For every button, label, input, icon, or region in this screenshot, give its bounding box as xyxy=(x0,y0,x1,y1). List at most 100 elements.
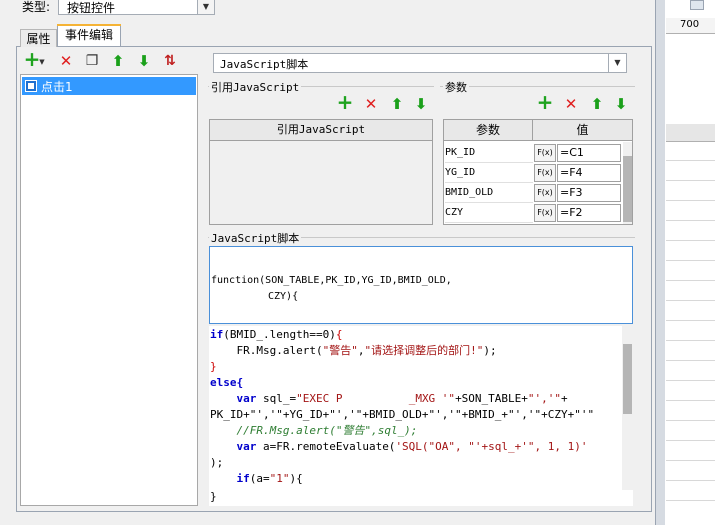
script-type-value: JavaScript脚本 xyxy=(220,58,309,71)
formula-button[interactable]: F(x) xyxy=(534,144,556,162)
code-editor[interactable]: if(BMID_.length==0){ FR.Msg.alert("警告","… xyxy=(209,326,633,506)
ruler-label: 700 xyxy=(680,19,700,30)
code-text: +SON_TABLE+ xyxy=(455,392,528,405)
param-name: BMID_OLD xyxy=(445,183,533,203)
grid-line xyxy=(666,280,715,281)
code-string: "1" xyxy=(269,472,290,485)
grid-line xyxy=(666,360,715,361)
code-string: "警告" xyxy=(322,344,358,357)
move-up-icon[interactable] xyxy=(587,94,607,114)
param-name: PK_ID xyxy=(445,143,533,163)
grid-line xyxy=(666,400,715,401)
move-down-icon[interactable] xyxy=(611,94,631,114)
code-text: a=FR.remoteEvaluate( xyxy=(256,440,396,453)
param-value-input[interactable]: =F2 xyxy=(557,204,621,222)
grid-line xyxy=(666,500,715,501)
code-scrollbar[interactable] xyxy=(622,326,633,490)
code-brace: { xyxy=(335,328,343,341)
grid-line xyxy=(666,300,715,301)
grid-line xyxy=(666,320,715,321)
grid-line xyxy=(666,380,715,381)
tab-event-editing[interactable]: 事件编辑 xyxy=(57,24,121,46)
params-scrollbar[interactable] xyxy=(623,142,632,224)
param-value-input[interactable]: =C1 xyxy=(557,144,621,162)
section-label-ref-js: 引用JavaScript xyxy=(209,79,302,95)
code-keyword: if xyxy=(210,472,250,485)
type-label: 类型: xyxy=(22,0,51,14)
table-row[interactable]: CZY F(x) =F2 xyxy=(444,203,622,223)
delete-icon[interactable] xyxy=(56,51,76,71)
code-keyword: if xyxy=(210,328,224,341)
move-up-icon[interactable] xyxy=(108,51,128,71)
table-row[interactable]: BMID_OLD F(x) =F3 xyxy=(444,183,622,203)
grid-line xyxy=(666,460,715,461)
code-keyword: else{ xyxy=(210,376,244,389)
code-text: sql_= xyxy=(256,392,297,405)
add-icon[interactable] xyxy=(535,92,555,112)
grid-line xyxy=(666,200,715,201)
code-text: ){ xyxy=(289,472,303,485)
param-name: YG_ID xyxy=(445,163,533,183)
tab-properties[interactable]: 属性 xyxy=(20,29,57,47)
code-string: "','" xyxy=(527,392,562,405)
grid-line xyxy=(666,420,715,421)
move-down-icon[interactable] xyxy=(134,51,154,71)
script-type-dropdown[interactable]: JavaScript脚本 ▼ xyxy=(213,53,627,73)
table-row[interactable]: PK_ID F(x) =C1 xyxy=(444,143,622,163)
type-dropdown[interactable]: 按钮控件 ▼ xyxy=(58,0,215,15)
ref-js-toolbar xyxy=(335,94,435,116)
copy-icon[interactable] xyxy=(82,51,102,71)
code-string: 'SQL("OA", "'+sql_+'", 1, 1)' xyxy=(395,440,588,453)
ref-js-column-header: 引用JavaScript xyxy=(210,120,432,141)
formula-button[interactable]: F(x) xyxy=(534,164,556,182)
add-icon[interactable] xyxy=(335,92,355,112)
ref-js-table[interactable]: 引用JavaScript xyxy=(209,119,433,225)
value-column-header: 值 xyxy=(533,120,632,141)
sort-icon[interactable] xyxy=(160,51,180,71)
event-list[interactable]: 点击1 xyxy=(20,74,198,506)
code-text: FR.Msg.alert( xyxy=(210,344,323,357)
move-down-icon[interactable] xyxy=(411,94,431,114)
grid-line xyxy=(666,260,715,261)
dialog-right-border xyxy=(655,0,665,525)
formula-button[interactable]: F(x) xyxy=(534,204,556,222)
grid-line xyxy=(666,340,715,341)
param-column-header: 参数 xyxy=(444,120,533,141)
section-label-params: 参数 xyxy=(443,79,469,95)
move-up-icon[interactable] xyxy=(387,94,407,114)
code-text: (BMID_.length==0) xyxy=(223,328,336,341)
chevron-down-icon[interactable]: ▼ xyxy=(608,54,626,72)
list-item[interactable]: 点击1 xyxy=(22,77,196,95)
param-value-input[interactable]: =F3 xyxy=(557,184,621,202)
code-keyword: var xyxy=(210,392,257,405)
code-keyword: var xyxy=(210,440,257,453)
signature-line: CZY){ xyxy=(268,291,299,302)
code-string: "请选择调整后的部门!" xyxy=(364,344,484,357)
chevron-down-icon[interactable]: ▼ xyxy=(38,52,46,72)
grid-line xyxy=(666,480,715,481)
params-toolbar xyxy=(535,94,635,116)
code-text: ); xyxy=(483,344,497,357)
code-brace: } xyxy=(210,360,217,373)
params-table[interactable]: 参数 值 PK_ID F(x) =C1 YG_ID F(x) =F4 BMID_… xyxy=(443,119,633,225)
code-string: "EXEC P _MXG '" xyxy=(296,392,456,405)
scrollbar-thumb[interactable] xyxy=(623,156,632,222)
code-comment: //FR.Msg.alert("警告",sql_); xyxy=(210,424,418,437)
window-button[interactable] xyxy=(690,0,704,10)
splitter-handle[interactable] xyxy=(200,48,206,508)
param-value-input[interactable]: =F4 xyxy=(557,164,621,182)
grid-line xyxy=(666,160,715,161)
sheet-column-header xyxy=(666,124,715,142)
event-toolbar: ▼ xyxy=(22,51,198,73)
grid-line xyxy=(666,220,715,221)
grid-line xyxy=(666,440,715,441)
signature-line: function(SON_TABLE,PK_ID,YG_ID,BMID_OLD, xyxy=(211,275,452,286)
scrollbar-thumb[interactable] xyxy=(623,344,632,414)
delete-icon[interactable] xyxy=(361,94,381,114)
table-row[interactable]: YG_ID F(x) =F4 xyxy=(444,163,622,183)
chevron-down-icon[interactable]: ▼ xyxy=(197,0,214,14)
delete-icon[interactable] xyxy=(561,94,581,114)
section-label-js-script: JavaScript脚本 xyxy=(209,230,302,246)
grid-line xyxy=(666,240,715,241)
formula-button[interactable]: F(x) xyxy=(534,184,556,202)
